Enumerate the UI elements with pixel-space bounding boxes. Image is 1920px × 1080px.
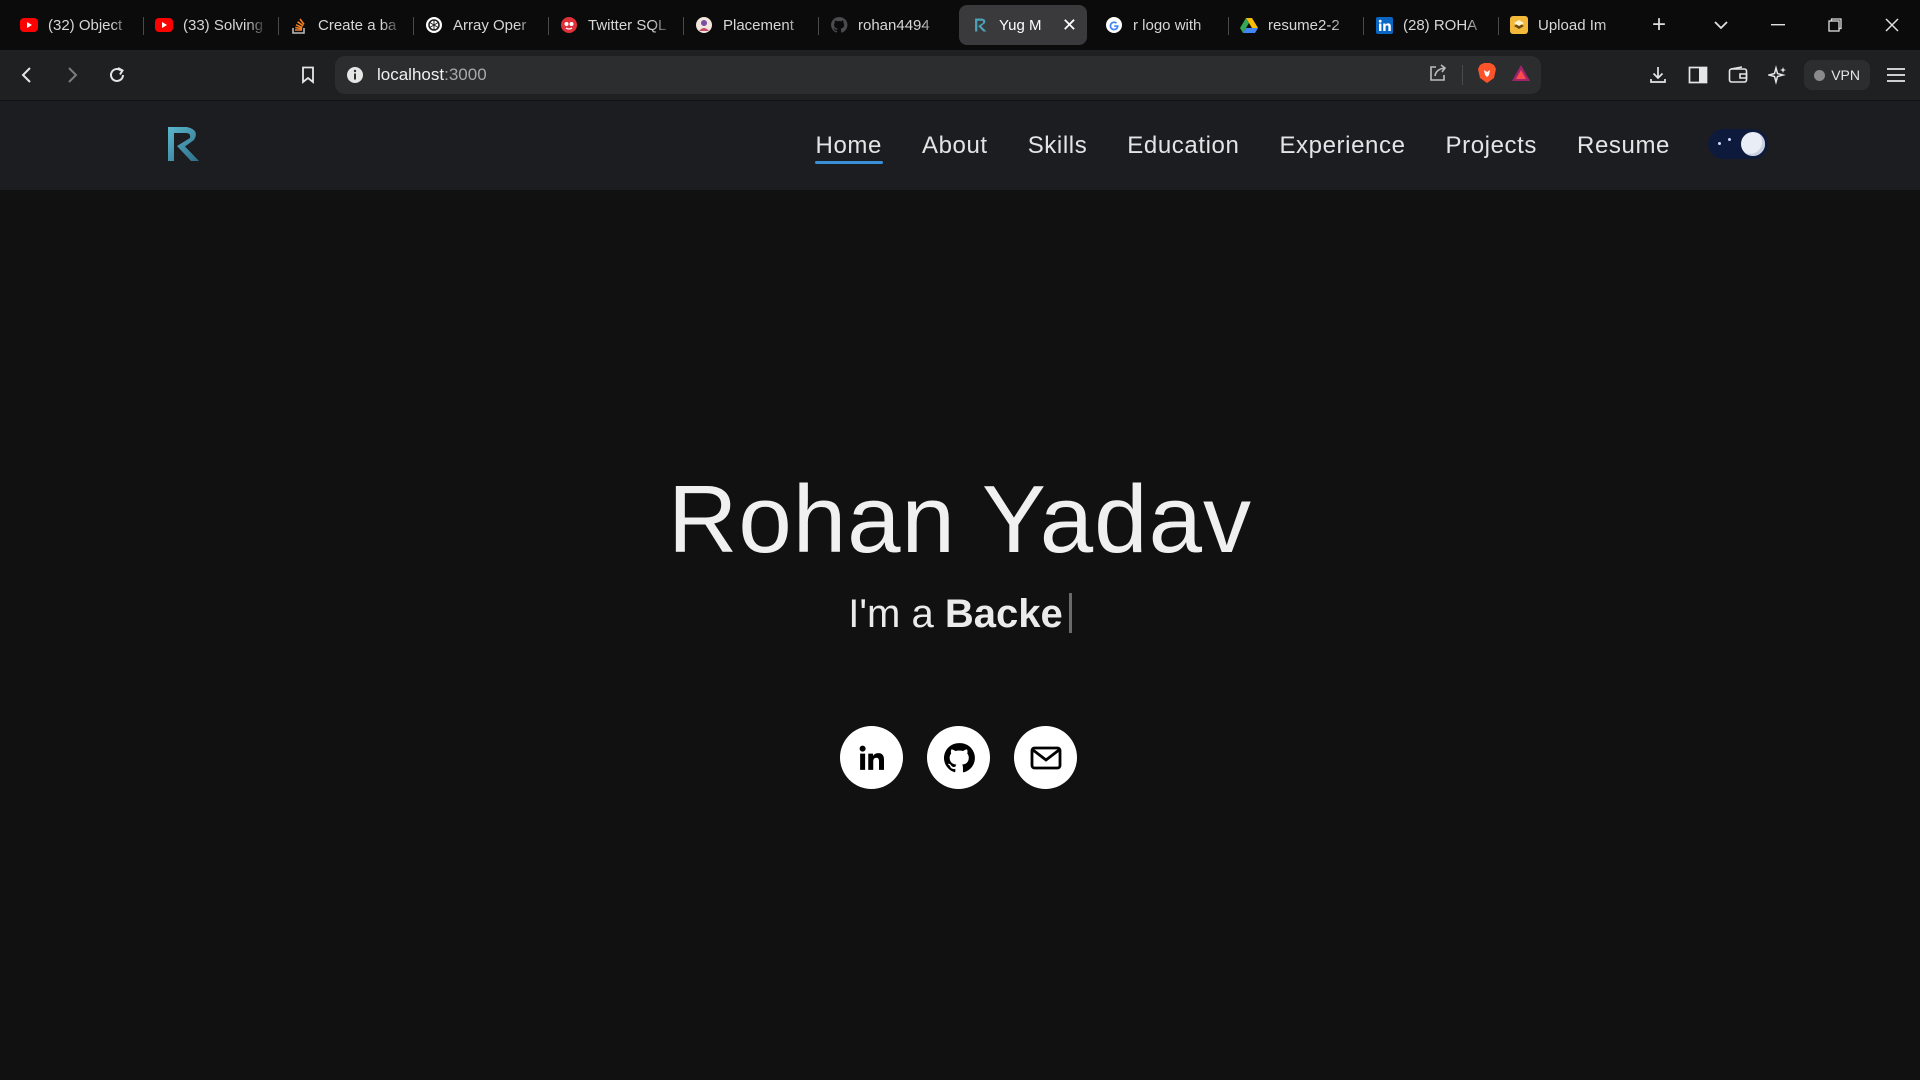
linkedin-icon xyxy=(859,745,884,770)
new-tab-button[interactable]: + xyxy=(1641,7,1677,43)
url-host: localhost xyxy=(377,65,445,84)
tab-title: Upload Im xyxy=(1538,16,1607,34)
leo-ai-icon[interactable] xyxy=(1764,61,1792,89)
vpn-status-dot xyxy=(1814,69,1826,81)
back-button[interactable] xyxy=(9,57,45,93)
tab-title: Placement xyxy=(723,16,794,34)
browser-tab[interactable]: r logo with xyxy=(1093,5,1228,45)
tab-title: Create a ba xyxy=(318,16,397,34)
menu-icon[interactable] xyxy=(1882,61,1910,89)
nav-skills[interactable]: Skills xyxy=(1008,101,1108,190)
github-icon xyxy=(830,16,848,34)
typing-cursor xyxy=(1068,593,1072,633)
browser-tab[interactable]: Array Oper xyxy=(413,5,548,45)
sidebar-icon[interactable] xyxy=(1684,61,1712,89)
browser-tab[interactable]: Twitter SQL xyxy=(548,5,683,45)
nav-education[interactable]: Education xyxy=(1107,101,1259,190)
mail-icon xyxy=(1030,746,1061,769)
tab-title: Array Oper xyxy=(453,16,527,34)
hero-name: Rohan Yadav xyxy=(668,466,1252,573)
nav-projects[interactable]: Projects xyxy=(1426,101,1558,190)
address-bar[interactable]: localhost:3000 xyxy=(335,56,1541,94)
tab-title: Twitter SQL xyxy=(588,16,667,34)
tab-title: (32) Object xyxy=(48,16,123,34)
nav-resume[interactable]: Resume xyxy=(1557,101,1690,190)
minimize-button[interactable] xyxy=(1749,0,1806,50)
tab-title: resume2-2 xyxy=(1268,16,1340,34)
site-info-icon[interactable] xyxy=(345,65,365,85)
github-button[interactable] xyxy=(927,726,990,789)
address-bar-actions xyxy=(1428,56,1531,94)
typed-text: Backe xyxy=(944,592,1063,636)
subtitle-prefix: I'm a xyxy=(848,592,945,636)
nav-experience[interactable]: Experience xyxy=(1259,101,1425,190)
bookmark-icon[interactable] xyxy=(290,57,326,93)
hero-subtitle: I'm a Backe xyxy=(0,592,1920,637)
tab-search-chevron-icon[interactable] xyxy=(1692,0,1749,50)
browser-tab[interactable]: Create a ba xyxy=(278,5,413,45)
stackoverflow-icon xyxy=(290,16,308,34)
linkedin-icon xyxy=(1375,16,1393,34)
linkedin-button[interactable] xyxy=(840,726,903,789)
browser-tab[interactable]: Placement xyxy=(683,5,818,45)
github-icon xyxy=(943,742,975,772)
placement-icon xyxy=(695,16,713,34)
browser-tab-active[interactable]: Yug M ✕ xyxy=(959,5,1087,45)
tab-title: rohan4494 xyxy=(858,16,930,34)
forward-button[interactable] xyxy=(54,57,90,93)
google-drive-icon xyxy=(1240,16,1258,34)
tab-title: (28) ROHA xyxy=(1403,16,1478,34)
url-port: :3000 xyxy=(444,65,487,84)
browser-tab[interactable]: (28) ROHA xyxy=(1363,5,1498,45)
restore-button[interactable] xyxy=(1806,0,1863,50)
divider xyxy=(1462,65,1463,85)
vpn-button[interactable]: VPN xyxy=(1804,60,1870,90)
browser-tab-strip: (32) Object (33) Solving Create a ba Arr… xyxy=(0,0,1920,50)
tab-title: (33) Solving xyxy=(183,16,264,34)
brave-shields-icon[interactable] xyxy=(1477,62,1497,89)
nav-about[interactable]: About xyxy=(902,101,1008,190)
openai-icon xyxy=(425,16,443,34)
browser-tab[interactable]: rohan4494 xyxy=(818,5,953,45)
vpn-label: VPN xyxy=(1831,67,1860,83)
browser-tab[interactable]: Upload Im xyxy=(1498,5,1633,45)
youtube-icon xyxy=(155,16,173,34)
url-text[interactable]: localhost:3000 xyxy=(377,65,487,85)
main-menu: Home About Skills Education Experience P… xyxy=(796,101,1690,190)
toolbar-actions: VPN xyxy=(1644,57,1910,93)
theme-toggle[interactable] xyxy=(1708,129,1768,159)
tab-list: (32) Object (33) Solving Create a ba Arr… xyxy=(0,0,1677,50)
hero-section: Rohan Yadav I'm a Backe xyxy=(0,190,1920,1080)
tab-title: Yug M xyxy=(999,16,1042,34)
browser-tab[interactable]: (32) Object xyxy=(8,5,143,45)
reload-button[interactable] xyxy=(99,57,135,93)
browser-toolbar: localhost:3000 VPN xyxy=(0,50,1920,100)
toggle-star xyxy=(1728,138,1731,141)
nav-home[interactable]: Home xyxy=(796,101,902,190)
close-window-button[interactable] xyxy=(1863,0,1920,50)
upload-icon xyxy=(1510,16,1528,34)
browser-tab[interactable]: resume2-2 xyxy=(1228,5,1363,45)
site-logo[interactable] xyxy=(163,123,201,165)
youtube-icon xyxy=(20,16,38,34)
site-navbar: Home About Skills Education Experience P… xyxy=(0,101,1920,190)
wallet-icon[interactable] xyxy=(1724,61,1752,89)
toggle-star xyxy=(1718,142,1721,145)
close-tab-icon[interactable]: ✕ xyxy=(1062,15,1077,36)
window-controls xyxy=(1692,0,1920,50)
email-button[interactable] xyxy=(1014,726,1077,789)
share-icon[interactable] xyxy=(1428,63,1448,88)
moon-icon xyxy=(1741,132,1765,156)
google-icon xyxy=(1105,16,1123,34)
brave-rewards-icon[interactable] xyxy=(1511,64,1531,87)
download-icon[interactable] xyxy=(1644,61,1672,89)
social-links xyxy=(840,726,1077,789)
browser-tab[interactable]: (33) Solving xyxy=(143,5,278,45)
site-logo-icon xyxy=(971,16,989,34)
tab-title: r logo with xyxy=(1133,16,1202,34)
twitter-sql-icon xyxy=(560,16,578,34)
